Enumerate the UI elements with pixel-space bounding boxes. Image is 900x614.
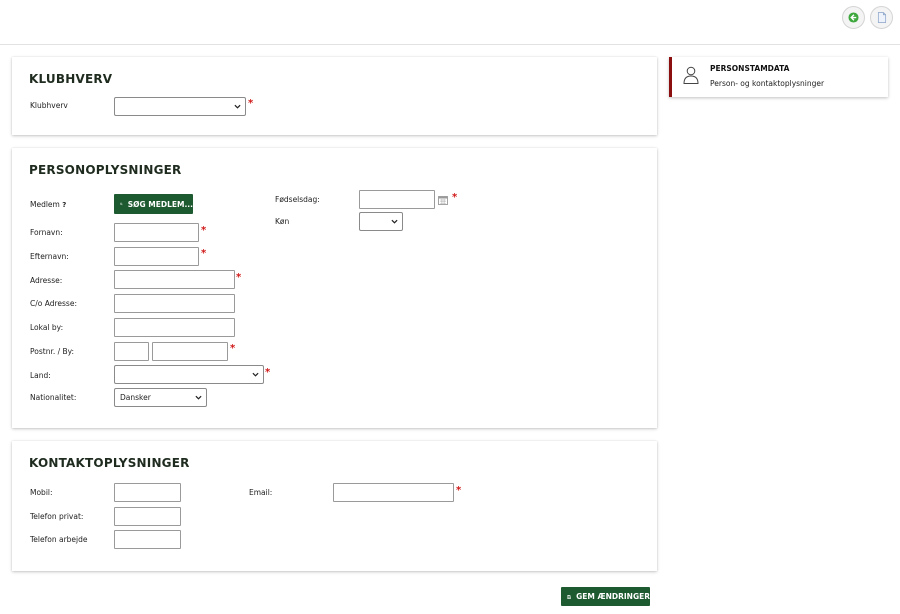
lokal-by-input[interactable]	[114, 318, 235, 337]
back-button[interactable]	[842, 6, 865, 29]
mobil-label: Mobil:	[30, 488, 53, 497]
top-bar	[0, 0, 900, 45]
telefon-arbejde-label: Telefon arbejde	[30, 535, 88, 544]
search-member-label: SØG MEDLEM...	[127, 199, 193, 209]
email-input[interactable]	[333, 483, 454, 502]
nationalitet-label: Nationalitet:	[30, 393, 77, 402]
chevron-down-icon	[195, 395, 202, 400]
required-mark: *	[452, 192, 458, 203]
fodselsdag-label: Fødselsdag:	[275, 195, 320, 204]
medlem-label: Medlem ?	[30, 200, 66, 209]
side-panel-subtitle: Person- og kontaktoplysninger	[710, 79, 825, 88]
by-input[interactable]	[152, 342, 228, 361]
klubhverv-select[interactable]	[114, 97, 246, 116]
postnr-by-label: Postnr. / By:	[30, 347, 75, 356]
required-mark: *	[265, 367, 271, 378]
mobil-input[interactable]	[114, 483, 181, 502]
fornavn-label: Fornavn:	[30, 228, 63, 237]
nationalitet-select-value: Dansker	[120, 393, 151, 402]
klubhverv-label: Klubhverv	[30, 101, 68, 110]
person-icon	[683, 66, 699, 84]
help-icon[interactable]: ?	[62, 201, 66, 209]
side-panel-title: PERSONSTAMDATA	[710, 64, 790, 73]
fodselsdag-input[interactable]	[359, 190, 435, 209]
klubhverv-title: KLUBHVERV	[29, 72, 113, 86]
document-button[interactable]	[870, 6, 893, 29]
person-card: PERSONOPLYSNINGER Medlem ? SØG MEDLEM...…	[12, 148, 657, 428]
postnr-input[interactable]	[114, 342, 149, 361]
contact-card: KONTAKTOPLYSNINGER Mobil: Telefon privat…	[12, 441, 657, 571]
required-mark: *	[456, 485, 462, 496]
telefon-privat-label: Telefon privat:	[30, 512, 84, 521]
chevron-down-icon	[391, 219, 398, 224]
lokal-by-label: Lokal by:	[30, 323, 64, 332]
save-changes-button[interactable]: GEM ÆNDRINGER	[561, 587, 650, 606]
co-adresse-input[interactable]	[114, 294, 235, 313]
chevron-down-icon	[234, 104, 241, 109]
person-title: PERSONOPLYSNINGER	[29, 163, 182, 177]
required-mark: *	[201, 225, 207, 236]
arrow-left-circle-icon	[848, 12, 859, 23]
contact-title: KONTAKTOPLYSNINGER	[29, 456, 190, 470]
required-mark: *	[201, 248, 207, 259]
calendar-icon[interactable]	[438, 195, 448, 205]
efternavn-label: Efternavn:	[30, 252, 69, 261]
email-label: Email:	[249, 488, 273, 497]
telefon-privat-input[interactable]	[114, 507, 181, 526]
telefon-arbejde-input[interactable]	[114, 530, 181, 549]
klubhverv-card: KLUBHVERV Klubhverv *	[12, 57, 657, 135]
required-mark: *	[230, 343, 236, 354]
required-mark: *	[236, 272, 242, 283]
nationalitet-select[interactable]: Dansker	[114, 388, 207, 407]
land-label: Land:	[30, 371, 51, 380]
kon-label: Køn	[275, 217, 290, 226]
chevron-down-icon	[252, 372, 259, 377]
co-adresse-label: C/o Adresse:	[30, 299, 77, 308]
land-select[interactable]	[114, 365, 264, 384]
fornavn-input[interactable]	[114, 223, 199, 242]
required-mark: *	[248, 98, 254, 109]
floppy-disk-icon	[567, 594, 571, 599]
adresse-input[interactable]	[114, 270, 235, 289]
save-changes-label: GEM ÆNDRINGER	[576, 592, 650, 601]
search-member-button[interactable]: SØG MEDLEM...	[114, 194, 193, 214]
efternavn-input[interactable]	[114, 247, 199, 266]
kon-select[interactable]	[359, 212, 403, 231]
search-icon	[120, 202, 123, 206]
adresse-label: Adresse:	[30, 276, 63, 285]
medlem-label-text: Medlem	[30, 200, 60, 209]
side-panel-personstamdata[interactable]: PERSONSTAMDATA Person- og kontaktoplysni…	[669, 57, 888, 97]
document-icon	[877, 12, 886, 23]
